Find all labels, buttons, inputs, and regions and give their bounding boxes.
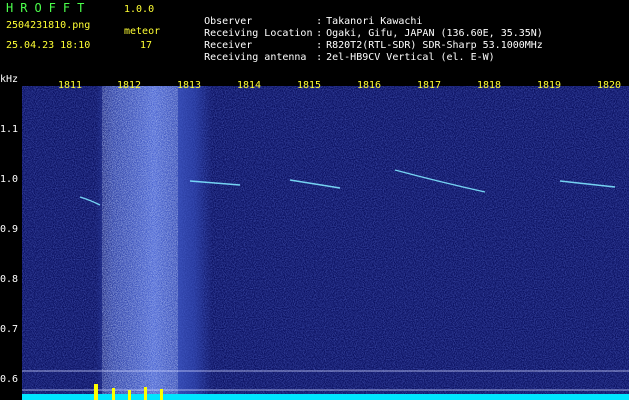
x-tick-label: 1816 <box>357 80 382 91</box>
info-antenna: Receiving antenna:2el-HB9CV Vertical (el… <box>204 52 495 63</box>
meteor-label: meteor <box>124 26 161 37</box>
y-tick-label: 1.0 <box>0 174 19 185</box>
app-version: 1.0.0 <box>124 4 155 15</box>
x-tick-label: 1818 <box>477 80 502 91</box>
signal-spike <box>94 384 98 400</box>
x-tick-label: 1820 <box>597 80 622 91</box>
header-panel: HROFFT 1.0.0 2504231810.png meteor 25.04… <box>0 0 629 74</box>
x-tick-label: 1811 <box>58 80 83 91</box>
observation-datetime: 25.04.23 18:10 <box>6 40 91 51</box>
y-tick-label: 0.7 <box>0 324 19 335</box>
app-name: HROFFT <box>6 1 92 15</box>
interference-band-noise <box>102 86 178 400</box>
image-filename: 2504231810.png <box>6 20 91 31</box>
meteor-count: 17 <box>140 40 153 51</box>
x-tick-label: 1814 <box>237 80 262 91</box>
y-axis-unit: kHz <box>0 74 19 85</box>
y-tick-label: 0.9 <box>0 224 19 235</box>
spectrogram-plot <box>22 86 629 400</box>
signal-spike <box>128 390 131 400</box>
signal-spike <box>112 388 115 400</box>
y-tick-label: 0.8 <box>0 274 19 285</box>
signal-spike <box>144 387 147 400</box>
info-value: 2el-HB9CV Vertical (el. E-W) <box>326 52 495 63</box>
y-tick-label: 0.6 <box>0 374 19 385</box>
info-key: Receiving antenna <box>204 52 307 63</box>
y-tick-label: 1.1 <box>0 124 19 135</box>
x-tick-label: 1819 <box>537 80 562 91</box>
signal-spike <box>160 389 163 400</box>
x-tick-label: 1817 <box>417 80 442 91</box>
x-tick-label: 1815 <box>297 80 322 91</box>
x-tick-label: 1813 <box>177 80 202 91</box>
x-tick-label: 1812 <box>117 80 142 91</box>
